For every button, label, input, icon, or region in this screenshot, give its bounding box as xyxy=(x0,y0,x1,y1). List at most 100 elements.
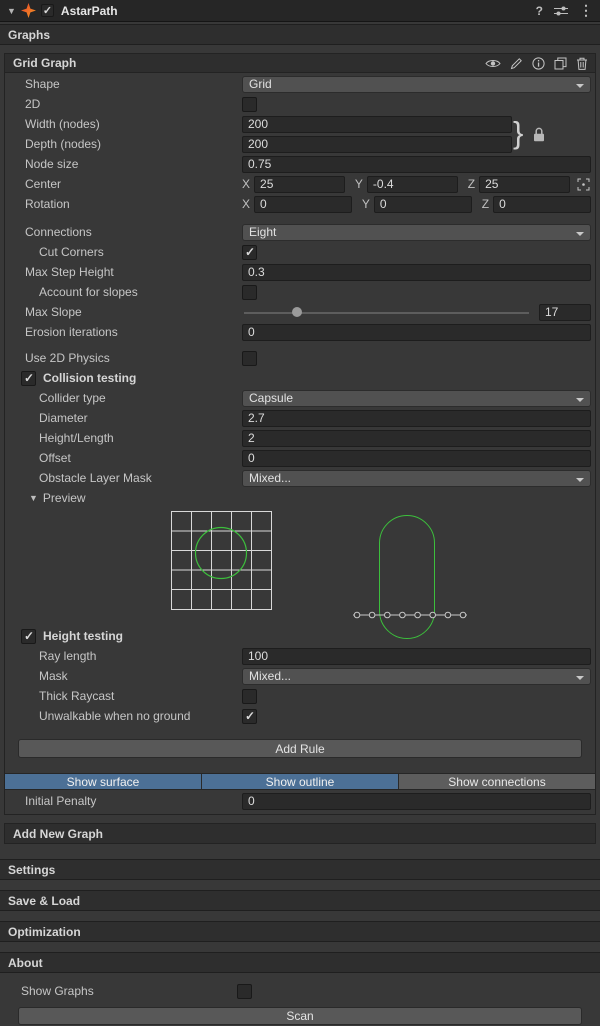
collision-testing-checkbox[interactable] xyxy=(21,371,36,386)
presets-icon[interactable] xyxy=(554,5,568,17)
height-length-row: Height/Length xyxy=(5,429,591,447)
max-slope-label: Max Slope xyxy=(5,305,242,319)
obstacle-layer-mask-dropdown[interactable]: Mixed... xyxy=(242,470,591,487)
section-optimization[interactable]: Optimization xyxy=(0,921,600,942)
collider-type-dropdown[interactable]: Capsule xyxy=(242,390,591,407)
delete-trash-icon[interactable] xyxy=(576,57,588,70)
preview-node-line xyxy=(353,610,467,620)
component-header: ▼ AstarPath ? ⋮ xyxy=(0,0,600,22)
kebab-menu-icon[interactable]: ⋮ xyxy=(579,2,593,19)
node-size-label: Node size xyxy=(5,157,242,171)
ray-length-input[interactable] xyxy=(242,648,591,665)
show-outline-button[interactable]: Show outline xyxy=(201,774,398,789)
section-settings-label: Settings xyxy=(8,863,55,877)
add-rule-button[interactable]: Add Rule xyxy=(18,739,582,758)
rotation-row: Rotation X Y Z xyxy=(5,195,591,213)
cut-corners-row: Cut Corners xyxy=(5,243,591,261)
edit-pencil-icon[interactable] xyxy=(510,57,523,70)
preview-foldout-row[interactable]: ▼ Preview xyxy=(5,489,591,507)
depth-row: Depth (nodes) xyxy=(5,135,591,153)
erosion-iterations-row: Erosion iterations xyxy=(5,323,591,341)
section-about[interactable]: About xyxy=(0,952,600,973)
initial-penalty-input[interactable] xyxy=(242,793,591,810)
use-2d-physics-row: Use 2D Physics xyxy=(5,349,591,367)
section-save-load[interactable]: Save & Load xyxy=(0,890,600,911)
visibility-eye-icon[interactable] xyxy=(485,58,501,69)
height-testing-row: Height testing xyxy=(5,627,591,645)
unwalkable-label: Unwalkable when no ground xyxy=(5,709,242,723)
offset-input[interactable] xyxy=(242,450,591,467)
width-label: Width (nodes) xyxy=(5,117,242,131)
max-slope-row: Max Slope xyxy=(5,303,591,321)
2d-checkbox[interactable] xyxy=(242,97,257,112)
cut-corners-checkbox[interactable] xyxy=(242,245,257,260)
show-surface-button[interactable]: Show surface xyxy=(5,774,201,789)
unwalkable-row: Unwalkable when no ground xyxy=(5,707,591,725)
max-step-height-input[interactable] xyxy=(242,264,591,281)
center-x-input[interactable] xyxy=(254,176,345,193)
preview-foldout-icon[interactable]: ▼ xyxy=(29,493,38,503)
ray-length-row: Ray length xyxy=(5,647,591,665)
z-axis-label: Z xyxy=(482,197,489,211)
preview-grid-gizmo xyxy=(171,511,272,610)
height-testing-checkbox[interactable] xyxy=(21,629,36,644)
use-2d-physics-checkbox[interactable] xyxy=(242,351,257,366)
astarpath-icon xyxy=(21,3,36,18)
mask-dropdown[interactable]: Mixed... xyxy=(242,668,591,685)
connections-dropdown[interactable]: Eight xyxy=(242,224,591,241)
account-for-slopes-checkbox[interactable] xyxy=(242,285,257,300)
window-foldout-icon[interactable]: ▼ xyxy=(7,6,16,16)
snap-position-icon[interactable] xyxy=(576,177,591,192)
center-y-input[interactable] xyxy=(367,176,458,193)
show-connections-button[interactable]: Show connections xyxy=(398,774,595,789)
initial-penalty-row: Initial Penalty xyxy=(5,792,591,810)
erosion-iterations-input[interactable] xyxy=(242,324,591,341)
section-settings[interactable]: Settings xyxy=(0,859,600,880)
info-icon[interactable] xyxy=(532,57,545,70)
add-new-graph-button[interactable]: Add New Graph xyxy=(4,823,596,844)
show-graphs-checkbox[interactable] xyxy=(237,984,252,999)
use-2d-physics-label: Use 2D Physics xyxy=(5,351,242,365)
node-size-row: Node size xyxy=(5,155,591,173)
max-step-height-row: Max Step Height xyxy=(5,263,591,281)
component-enabled-checkbox[interactable] xyxy=(41,4,54,17)
grid-graph-header[interactable]: Grid Graph xyxy=(5,54,595,73)
section-graphs-label: Graphs xyxy=(8,28,50,42)
lock-icon[interactable] xyxy=(533,127,545,142)
mask-value: Mixed... xyxy=(249,669,291,683)
scan-button[interactable]: Scan xyxy=(18,1007,582,1025)
collider-type-value: Capsule xyxy=(249,391,293,405)
connections-label: Connections xyxy=(5,225,242,239)
2d-row: 2D xyxy=(5,95,591,113)
depth-label: Depth (nodes) xyxy=(5,137,242,151)
display-toggle-group: Show surface Show outline Show connectio… xyxy=(5,773,595,790)
width-input[interactable] xyxy=(242,116,512,133)
slider-handle[interactable] xyxy=(292,307,302,317)
offset-label: Offset xyxy=(5,451,242,465)
unwalkable-checkbox[interactable] xyxy=(242,709,257,724)
max-slope-input[interactable] xyxy=(539,304,591,321)
max-slope-slider[interactable] xyxy=(242,304,531,320)
account-for-slopes-label: Account for slopes xyxy=(5,285,242,299)
rotation-z-input[interactable] xyxy=(493,196,591,213)
diameter-label: Diameter xyxy=(5,411,242,425)
help-icon[interactable]: ? xyxy=(536,4,543,18)
height-testing-label: Height testing xyxy=(43,629,123,643)
duplicate-icon[interactable] xyxy=(554,57,567,70)
depth-input[interactable] xyxy=(242,136,512,153)
thick-raycast-checkbox[interactable] xyxy=(242,689,257,704)
section-graphs[interactable]: Graphs xyxy=(0,24,600,45)
rotation-x-input[interactable] xyxy=(254,196,352,213)
shape-dropdown[interactable]: Grid xyxy=(242,76,591,93)
z-axis-label: Z xyxy=(468,177,475,191)
diameter-input[interactable] xyxy=(242,410,591,427)
initial-penalty-label: Initial Penalty xyxy=(5,794,242,808)
height-length-input[interactable] xyxy=(242,430,591,447)
connections-row: Connections Eight xyxy=(5,223,591,241)
grid-graph-panel: Grid Graph xyxy=(4,53,596,815)
center-z-input[interactable] xyxy=(479,176,570,193)
y-axis-label: Y xyxy=(362,197,370,211)
link-brace: } xyxy=(513,115,523,151)
rotation-y-input[interactable] xyxy=(374,196,472,213)
node-size-input[interactable] xyxy=(242,156,591,173)
